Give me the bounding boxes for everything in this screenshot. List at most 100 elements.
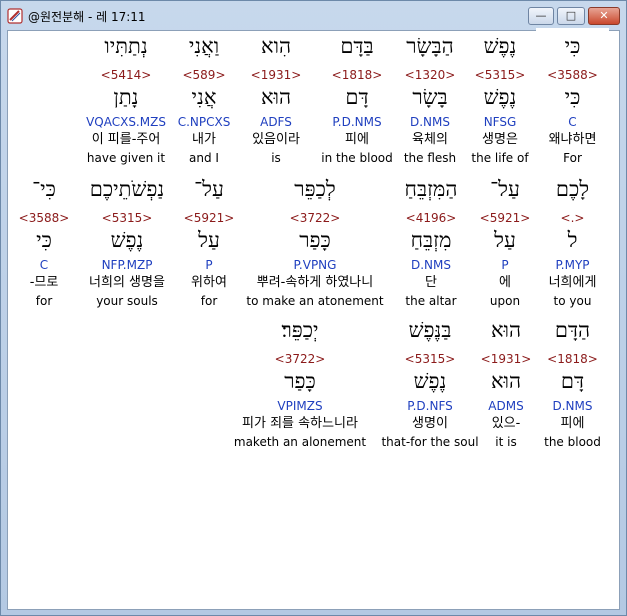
korean-gloss: 있으- <box>491 416 521 431</box>
word-cell[interactable]: הַמִּזְבֵּחַ <4196> מִזְבֵּחַ D.NMS 단 the alt… <box>390 177 472 311</box>
word-cell[interactable]: כִּי־ <3588> כִּי C -므로 for <box>14 177 74 311</box>
word-cell[interactable]: לָכֶם <.> ל P.MYP 너희에게 to you <box>536 177 609 311</box>
strong-number[interactable]: <5315> <box>70 211 184 225</box>
english-gloss: upon <box>489 294 521 308</box>
korean-gloss: 있음이라 <box>252 132 300 147</box>
parsing-code: ADFS <box>260 115 292 129</box>
lemma-word: דָּם <box>560 369 585 393</box>
strong-number[interactable]: <3588> <box>536 68 609 82</box>
word-cell[interactable]: בַּדָּם <1818> דָּם P.D.NMS 피에 in the blood <box>320 34 394 168</box>
english-gloss: the flesh <box>403 151 457 165</box>
strong-number[interactable]: <5315> <box>378 352 482 366</box>
lemma-word: נֶפֶשׁ <box>110 228 144 252</box>
english-gloss: have given it <box>86 151 166 165</box>
hebrew-word: לְכַפֵּר <box>294 177 336 201</box>
english-gloss: the altar <box>405 294 457 308</box>
strong-number[interactable]: <3722> <box>222 352 378 366</box>
hebrew-word: עַל־ <box>194 177 224 201</box>
hebrew-word: נַפְשֹׁתֵיכֶם <box>89 177 165 201</box>
english-gloss: the blood <box>544 435 601 449</box>
word-cell[interactable]: עַל־ <5921> עַל P 에 upon <box>477 177 533 311</box>
parsing-code: NFSG <box>483 115 517 129</box>
word-cell[interactable]: הִוא <1931> הוּא ADFS 있음이라 is <box>240 34 312 168</box>
english-gloss: that-for the soul <box>381 435 479 449</box>
english-gloss: your souls <box>96 294 158 308</box>
lemma-word: עַל <box>198 228 220 252</box>
parsing-code: ADMS <box>488 399 524 413</box>
english-gloss: in the blood <box>321 151 393 165</box>
minimize-button[interactable]: — <box>528 7 554 25</box>
parsing-code: C <box>568 115 577 129</box>
word-cell[interactable]: הוּא <1931> הוּא ADMS 있으-it is <box>478 318 534 452</box>
strong-number[interactable]: <5921> <box>477 211 533 225</box>
hebrew-word: בַּדָּם <box>340 34 374 58</box>
korean-gloss: 너희에게 <box>548 275 597 290</box>
hebrew-word: הַבָּשָׂר <box>406 34 454 58</box>
strong-number[interactable]: <4196> <box>390 211 472 225</box>
korean-gloss: 왜냐하면 <box>548 132 597 147</box>
hebrew-word: הַדָּם <box>554 318 591 342</box>
strong-number[interactable]: <3722> <box>240 211 390 225</box>
app-icon <box>7 8 23 24</box>
korean-gloss: 단 <box>425 275 437 290</box>
strong-number[interactable]: <5315> <box>467 68 533 82</box>
korean-gloss: 에 <box>499 275 511 290</box>
strong-number[interactable]: <5921> <box>178 211 240 225</box>
maximize-icon: □ <box>565 9 577 22</box>
word-cell[interactable]: בַּנֶּפֶשׁ <5315> נֶפֶשׁ P.D.NFS 생명이 that-for… <box>378 318 482 452</box>
word-cell[interactable]: עַל־ <5921> עַל P 위하여 for <box>178 177 240 311</box>
parsing-code: C <box>39 258 49 272</box>
lemma-word: כִּי <box>36 228 52 252</box>
word-cell[interactable]: הַבָּשָׂר <1320> בָּשָׂר D.NMS 육체의 the flesh <box>396 34 464 168</box>
word-cell[interactable]: לְכַפֵּר <3722> כָּפַר P.VPNG 뿌려-속하게 하였나니 to … <box>240 177 390 311</box>
close-button[interactable]: ✕ <box>588 7 620 25</box>
lemma-word: הוּא <box>490 369 522 393</box>
word-cell[interactable]: נַפְשֹׁתֵיכֶם <5315> נֶפֶשׁ NFP.MZP 너희의 생명을 y… <box>70 177 184 311</box>
minimize-icon: — <box>535 9 547 22</box>
parsing-code: P <box>205 258 213 272</box>
english-gloss: to you <box>553 294 592 308</box>
word-cell[interactable]: נֶפֶשׁ <5315> נֶפֶשׁ NFSG 생명은 the life of <box>467 34 533 168</box>
strong-number[interactable]: <1931> <box>240 68 312 82</box>
strong-number[interactable]: <.> <box>536 211 609 225</box>
korean-gloss: 생명이 <box>412 416 448 431</box>
parsing-code: P.D.NMS <box>332 115 382 129</box>
parsing-code: C.NPCXS <box>177 115 231 129</box>
strong-number[interactable]: <3588> <box>14 211 74 225</box>
strong-number[interactable]: <5414> <box>72 68 180 82</box>
title-bar[interactable]: @원전분해 - 레 17:11 — □ ✕ <box>1 1 626 31</box>
strong-number[interactable]: <589> <box>172 68 236 82</box>
korean-gloss: 피에 <box>345 132 369 147</box>
hebrew-word: הוּא <box>490 318 522 342</box>
strong-number[interactable]: <1818> <box>320 68 394 82</box>
strong-number[interactable]: <1931> <box>478 352 534 366</box>
korean-gloss: 뿌려-속하게 하였나니 <box>256 275 374 290</box>
word-cell-selected[interactable]: כִּי <3588> כִּי C 왜냐하면 For <box>536 28 609 169</box>
parsing-code: VQACXS.MZS <box>86 115 166 129</box>
english-gloss: maketh an alonement <box>233 435 367 449</box>
parsing-code: VPIMZS <box>277 399 323 413</box>
lemma-word: נָתַן <box>113 85 139 109</box>
korean-gloss: 피에 <box>560 416 585 431</box>
lemma-word: הוּא <box>260 85 292 109</box>
hebrew-word: עַל־ <box>490 177 520 201</box>
korean-gloss: 생명은 <box>482 132 518 147</box>
lemma-word: נֶפֶשׁ <box>413 369 447 393</box>
parsing-code: D.NMS <box>409 115 450 129</box>
maximize-button[interactable]: □ <box>557 7 585 25</box>
hebrew-word: הִוא <box>260 34 292 58</box>
word-cell[interactable]: יְכַפֵּר׃ <3722> כָּפַר VPIMZS 피가 죄를 속하느니라 ma… <box>222 318 378 452</box>
strong-number[interactable]: <1818> <box>536 352 609 366</box>
lemma-word: נֶפֶשׁ <box>483 85 517 109</box>
parsing-code: P.MYP <box>555 258 590 272</box>
strong-number[interactable]: <1320> <box>396 68 464 82</box>
word-cell[interactable]: וַאֲנִי <589> אֲנִי C.NPCXS 내가 and I <box>172 34 236 168</box>
lemma-word: דָּם <box>345 85 369 109</box>
english-gloss: For <box>563 151 582 165</box>
korean-gloss: 너희의 생명을 <box>89 275 165 290</box>
word-cell[interactable]: הַדָּם <1818> דָּם D.NMS 피에 the blood <box>536 318 609 452</box>
english-gloss: for <box>200 294 218 308</box>
lemma-word: מִזְבֵּחַ <box>410 228 452 252</box>
word-cell[interactable]: נְתַתִּיו <5414> נָתַן VQACXS.MZS 이 피를-주어 hav… <box>72 34 180 168</box>
hebrew-word: כִּי <box>564 34 581 58</box>
